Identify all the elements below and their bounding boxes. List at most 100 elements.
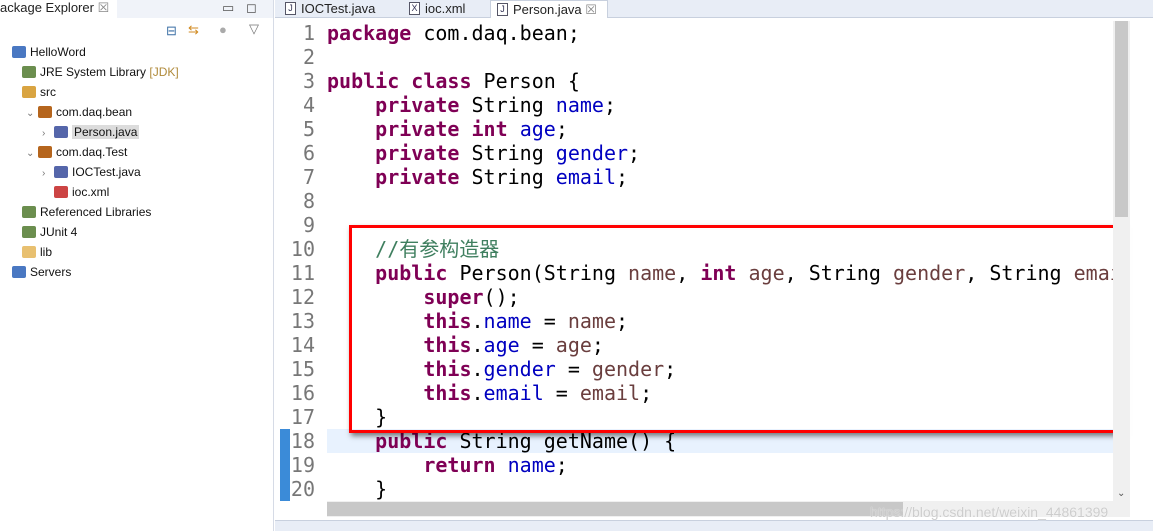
view-menu-icon[interactable]: ▽ — [249, 21, 259, 37]
maximize-icon[interactable]: ◻ — [246, 0, 257, 16]
java-file-icon — [54, 126, 68, 138]
tree-item-label: Person.java — [72, 125, 140, 139]
tree-item[interactable]: › Person.java — [0, 122, 272, 142]
tree-item-label: HelloWord — [30, 45, 86, 59]
tree-item[interactable]: HelloWord — [0, 42, 272, 62]
xml-file-icon — [54, 186, 68, 198]
link-with-editor-icon[interactable]: ⇆ — [188, 22, 199, 38]
status-bar — [275, 520, 1153, 531]
line-number: 14 — [290, 333, 315, 357]
tab-label: ackage Explorer — [0, 0, 94, 15]
code-line[interactable]: public class Person { — [327, 69, 580, 93]
library-icon — [22, 226, 36, 238]
code-line[interactable]: return name; — [327, 453, 568, 477]
folder-icon — [22, 246, 36, 258]
line-number: 1 — [302, 21, 315, 45]
vertical-scrollbar[interactable]: ⌄ — [1113, 21, 1130, 501]
tab-iotest-java[interactable]: J IOCTest.java — [279, 0, 379, 18]
annotation-red-box — [349, 225, 1123, 433]
line-number: 17 — [290, 405, 315, 429]
line-number: 7 — [302, 165, 315, 189]
code-line[interactable]: package com.daq.bean; — [327, 21, 580, 45]
tree-item-label: lib — [40, 245, 53, 259]
editor-area: J IOCTest.java Xioc.xml J Person.java ☒ 1p… — [275, 0, 1153, 531]
watermark: https://blog.csdn.net/weixin_44861399 — [870, 504, 1109, 520]
chevron-down-icon[interactable]: ⌄ — [26, 104, 38, 124]
tree-item[interactable]: › IOCTest.java — [0, 162, 272, 182]
tree-item-label: IOCTest.java — [72, 165, 141, 179]
tab-label: IOCTest.java — [301, 1, 376, 16]
line-number: 12 — [290, 285, 315, 309]
editor-tabs: J IOCTest.java Xioc.xml J Person.java ☒ — [275, 0, 1153, 18]
project-tree: HelloWord JRE System Library [JDK] src ⌄ com… — [0, 42, 272, 282]
chevron-down-icon[interactable]: ⌄ — [26, 144, 38, 164]
minimize-icon[interactable]: ▭ — [222, 0, 234, 16]
line-number: 16 — [290, 381, 315, 405]
tree-item[interactable]: Referenced Libraries — [0, 202, 272, 222]
tree-item-label: ioc.xml — [72, 185, 110, 199]
tree-item-label: Referenced Libraries — [40, 205, 152, 219]
tree-item-label: com.daq.bean — [56, 105, 133, 119]
project-icon — [12, 266, 26, 278]
line-number: 19 — [290, 453, 315, 477]
tab-person-java[interactable]: J Person.java ☒ — [490, 0, 608, 18]
tab-label: Person.java — [513, 2, 582, 17]
code-line[interactable]: private String email; — [327, 165, 628, 189]
tree-item[interactable]: ioc.xml — [0, 182, 272, 202]
line-number: 13 — [290, 309, 315, 333]
tree-item[interactable]: src — [0, 82, 272, 102]
tree-item-decoration: [JDK] — [149, 65, 179, 79]
line-number: 3 — [302, 69, 315, 93]
source-folder-icon — [22, 86, 36, 98]
line-number: 15 — [290, 357, 315, 381]
line-number: 5 — [302, 117, 315, 141]
filter-icon[interactable]: ● — [219, 22, 227, 37]
package-icon — [38, 146, 52, 158]
line-number: 18 — [290, 429, 315, 453]
line-number: 9 — [302, 213, 315, 237]
code-line[interactable]: } — [327, 477, 387, 501]
tree-item-label: JRE System Library — [40, 65, 147, 79]
java-file-icon: J — [285, 2, 296, 15]
package-explorer-panel: ackage Explorer ☒ ▭ ◻ ⊟ ⇆ ● ▽ HelloWord J… — [0, 0, 274, 531]
chevron-right-icon[interactable]: › — [42, 124, 54, 144]
tree-item-label: com.daq.Test — [56, 145, 128, 159]
line-number: 10 — [290, 237, 315, 261]
tree-item[interactable]: lib — [0, 242, 272, 262]
tab-label: ioc.xml — [425, 1, 466, 16]
code-line[interactable]: private int age; — [327, 117, 568, 141]
line-number: 8 — [302, 189, 315, 213]
tree-item-label: Servers — [30, 265, 72, 279]
explorer-tabbar: ackage Explorer ☒ ▭ ◻ — [0, 0, 273, 18]
code-line[interactable]: private String gender; — [327, 141, 640, 165]
scroll-thumb[interactable] — [327, 502, 903, 516]
line-number: 4 — [302, 93, 315, 117]
chevron-right-icon[interactable]: › — [42, 164, 54, 184]
line-number: 6 — [302, 141, 315, 165]
collapse-all-icon[interactable]: ⊟ — [166, 23, 177, 39]
package-icon — [38, 106, 52, 118]
tab-package-explorer[interactable]: ackage Explorer ☒ — [0, 0, 118, 18]
tree-item-label: JUnit 4 — [40, 225, 78, 239]
tree-item[interactable]: JRE System Library [JDK] — [0, 62, 272, 82]
project-icon — [12, 46, 26, 58]
close-icon[interactable]: ☒ — [585, 2, 597, 17]
java-file-icon: J — [497, 3, 508, 16]
line-number: 11 — [290, 261, 315, 285]
tab-ioc-xml[interactable]: Xioc.xml — [403, 0, 483, 18]
java-file-icon — [54, 166, 68, 178]
tree-item[interactable]: ⌄ com.daq.bean — [0, 102, 272, 122]
scroll-thumb[interactable] — [1115, 21, 1128, 217]
library-icon — [22, 66, 36, 78]
tree-item[interactable]: ⌄ com.daq.Test — [0, 142, 272, 162]
xml-file-icon: X — [409, 2, 420, 15]
tree-item[interactable]: JUnit 4 — [0, 222, 272, 242]
chevron-down-icon[interactable]: ⌄ — [1117, 488, 1125, 499]
line-number: 20 — [290, 477, 315, 501]
library-icon — [22, 206, 36, 218]
line-number: 2 — [302, 45, 315, 69]
tree-item[interactable]: Servers — [0, 262, 272, 282]
close-icon[interactable]: ☒ — [98, 0, 110, 15]
tree-item-label: src — [40, 85, 56, 99]
code-line[interactable]: private String name; — [327, 93, 616, 117]
